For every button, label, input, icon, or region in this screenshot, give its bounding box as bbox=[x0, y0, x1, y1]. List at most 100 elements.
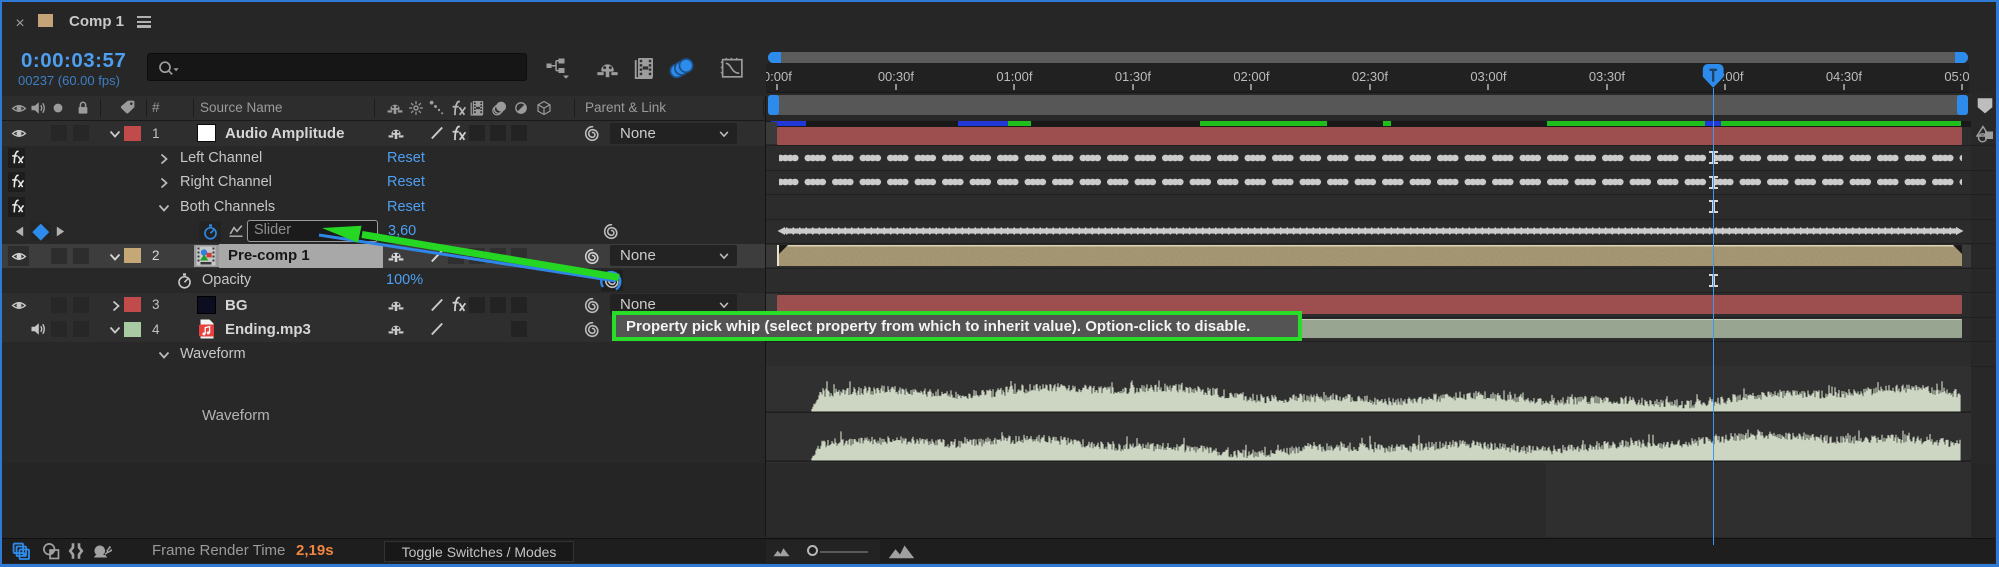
search-input[interactable] bbox=[147, 53, 527, 81]
frame-blending-button[interactable] bbox=[634, 56, 657, 80]
scrollbar-right-handle[interactable] bbox=[1955, 52, 1968, 63]
effects-cell[interactable] bbox=[448, 248, 464, 264]
property-row-both-channels[interactable]: Both Channels Reset bbox=[0, 195, 765, 220]
parent-dropdown[interactable]: None bbox=[610, 123, 737, 144]
scrollbar-left-handle[interactable] bbox=[768, 52, 781, 63]
adjustment-cell[interactable] bbox=[511, 297, 527, 313]
selected-name-cell[interactable]: Pre-comp 1 bbox=[219, 244, 383, 269]
quality-column-icon[interactable] bbox=[429, 100, 445, 116]
work-area-end-handle[interactable] bbox=[1957, 95, 1968, 115]
zoom-in-mountain-icon[interactable] bbox=[886, 544, 917, 559]
eye-icon[interactable] bbox=[11, 126, 27, 141]
lock-column-icon[interactable] bbox=[75, 100, 91, 116]
in-out-duration-pane-icon[interactable] bbox=[66, 542, 86, 560]
shy-column-icon[interactable] bbox=[387, 100, 403, 116]
frame-blend-cell[interactable] bbox=[469, 297, 485, 313]
shy-toggle-icon[interactable] bbox=[388, 125, 404, 141]
adjustment-column-icon[interactable] bbox=[513, 100, 529, 116]
layer-bar-pre-comp[interactable] bbox=[777, 245, 1962, 266]
playhead-marker[interactable] bbox=[1702, 63, 1725, 89]
property-row-waveform[interactable]: Waveform bbox=[0, 342, 765, 367]
next-keyframe-icon[interactable] bbox=[56, 226, 65, 237]
property-rename-input[interactable]: Slider bbox=[247, 220, 378, 242]
chevron-right-icon[interactable] bbox=[109, 299, 123, 313]
property-row-slider[interactable]: Slider 3,60 bbox=[0, 219, 765, 244]
parent-dropdown[interactable]: None bbox=[610, 245, 737, 266]
parent-pick-whip-icon[interactable] bbox=[584, 125, 601, 142]
horizontal-scrollbar[interactable] bbox=[768, 52, 1968, 63]
toggle-switches-modes-button[interactable]: Toggle Switches / Modes bbox=[384, 541, 574, 562]
work-area-start-handle[interactable] bbox=[768, 95, 779, 115]
video-column-icon[interactable] bbox=[11, 101, 27, 116]
pick-whip-icon[interactable] bbox=[603, 223, 620, 240]
motion-blur-column-icon[interactable] bbox=[491, 100, 508, 116]
frame-blend-cell[interactable] bbox=[469, 125, 485, 141]
adjustment-cell[interactable] bbox=[511, 321, 527, 337]
current-time-display[interactable]: 0:00:03:57 bbox=[21, 49, 126, 73]
effect-name[interactable]: Both Channels bbox=[180, 199, 275, 215]
lock-cell[interactable] bbox=[73, 248, 89, 264]
graph-editor-button[interactable] bbox=[720, 56, 745, 81]
solo-cell[interactable] bbox=[51, 297, 67, 313]
shy-toggle-icon[interactable] bbox=[388, 321, 404, 337]
quality-toggle-icon[interactable] bbox=[429, 297, 445, 313]
frame-blend-cell[interactable] bbox=[469, 248, 485, 264]
effect-name[interactable]: Right Channel bbox=[180, 174, 272, 190]
effects-toggle-icon[interactable] bbox=[449, 296, 467, 313]
tab-close-icon[interactable]: × bbox=[12, 13, 28, 35]
lock-cell[interactable] bbox=[73, 321, 89, 337]
shy-toggle-icon[interactable] bbox=[388, 297, 404, 313]
label-color-swatch[interactable] bbox=[124, 248, 141, 263]
chevron-down-icon[interactable] bbox=[108, 250, 122, 264]
eye-icon[interactable] bbox=[11, 298, 27, 313]
chevron-right-icon[interactable] bbox=[157, 152, 171, 166]
time-ruler[interactable]: 0:00f00:30f01:00f01:30f02:00f02:30f03:00… bbox=[766, 63, 1969, 93]
source-name-column-header[interactable]: Source Name bbox=[200, 100, 283, 115]
parent-link-column-header[interactable]: Parent & Link bbox=[585, 100, 666, 115]
solo-cell[interactable] bbox=[51, 125, 67, 141]
label-color-swatch[interactable] bbox=[124, 126, 141, 141]
adjustment-cell[interactable] bbox=[511, 125, 527, 141]
expression-graph-icon[interactable] bbox=[228, 223, 244, 239]
adjustment-cell[interactable] bbox=[511, 248, 527, 264]
panel-menu-icon[interactable] bbox=[137, 16, 151, 26]
label-color-swatch[interactable] bbox=[124, 297, 141, 312]
chevron-right-icon[interactable] bbox=[157, 176, 171, 190]
shy-toggle-icon[interactable] bbox=[388, 248, 404, 264]
eye-icon[interactable] bbox=[11, 249, 27, 264]
transfer-controls-pane-icon[interactable] bbox=[42, 542, 61, 561]
zoom-out-mountain-icon[interactable] bbox=[773, 547, 790, 557]
chevron-down-icon[interactable] bbox=[157, 201, 171, 215]
property-row-opacity[interactable]: Opacity 100% bbox=[0, 268, 765, 293]
tab-title[interactable]: Comp 1 bbox=[69, 13, 124, 30]
frame-blend-column-icon[interactable] bbox=[470, 100, 486, 116]
quality-toggle-icon[interactable] bbox=[429, 125, 445, 141]
collapse-switches-pane-icon[interactable] bbox=[12, 542, 31, 561]
lock-cell[interactable] bbox=[73, 125, 89, 141]
chevron-down-icon[interactable] bbox=[108, 127, 122, 141]
comp-mini-flowchart-button[interactable] bbox=[546, 57, 572, 79]
keyframes-slider[interactable] bbox=[777, 227, 1964, 235]
zoom-slider-knob[interactable] bbox=[807, 545, 818, 556]
chevron-down-icon[interactable] bbox=[108, 323, 122, 337]
3d-column-icon[interactable] bbox=[536, 100, 552, 116]
parent-pick-whip-icon[interactable] bbox=[584, 248, 601, 265]
reset-link[interactable]: Reset bbox=[387, 150, 425, 166]
lock-cell[interactable] bbox=[73, 297, 89, 313]
comp-marker-bin-icon[interactable] bbox=[1976, 95, 1994, 116]
solo-cell[interactable] bbox=[51, 248, 67, 264]
effects-toggle-icon[interactable] bbox=[449, 125, 467, 142]
solo-column-icon[interactable] bbox=[50, 100, 66, 116]
audio-column-icon[interactable] bbox=[30, 100, 46, 116]
reset-link[interactable]: Reset bbox=[387, 199, 425, 215]
property-name[interactable]: Opacity bbox=[202, 272, 251, 288]
solo-cell[interactable] bbox=[51, 321, 67, 337]
layer-name[interactable]: Audio Amplitude bbox=[225, 125, 344, 142]
keyframes-right-channel[interactable] bbox=[777, 178, 1964, 186]
motion-blur-cell[interactable] bbox=[490, 248, 506, 264]
layer-name[interactable]: BG bbox=[225, 297, 248, 314]
motion-blur-button[interactable] bbox=[669, 57, 694, 80]
number-column-header[interactable]: # bbox=[152, 100, 160, 115]
effects-column-icon[interactable] bbox=[449, 100, 467, 117]
effect-name[interactable]: Left Channel bbox=[180, 150, 262, 166]
